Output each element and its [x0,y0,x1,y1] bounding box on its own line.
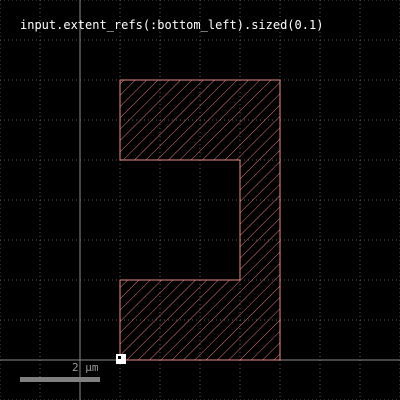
scale-bar [20,377,100,382]
layout-canvas[interactable] [0,0,400,400]
scale-bar-label: 2 µm [72,361,99,374]
scale-bar-rect [20,377,100,382]
expression-label: input.extent_refs(:bottom_left).sized(0.… [20,18,324,32]
extent-ref-marker-icon[interactable] [116,354,126,364]
